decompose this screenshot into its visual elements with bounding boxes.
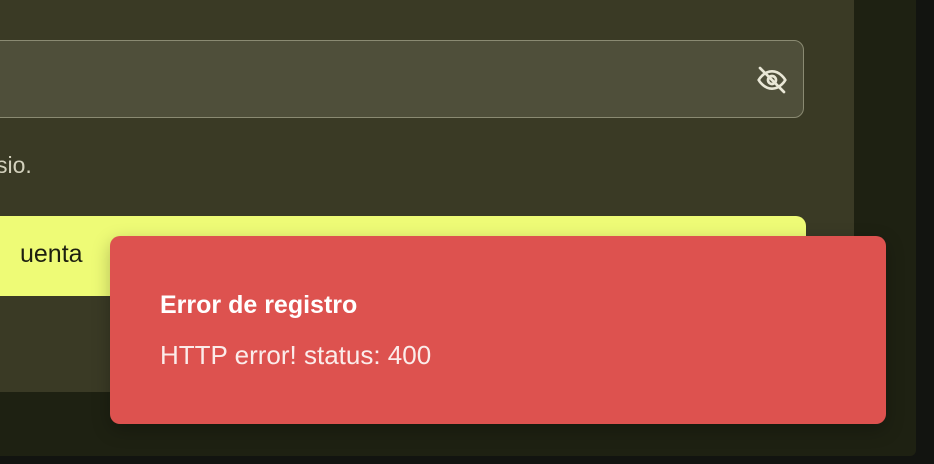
toggle-password-visibility-button[interactable] xyxy=(755,63,789,97)
create-account-button-label: uenta xyxy=(20,240,83,268)
password-input[interactable] xyxy=(0,40,804,118)
toast-description: HTTP error! status: 400 xyxy=(160,340,432,370)
error-toast[interactable]: Error de registro HTTP error! status: 40… xyxy=(110,236,886,424)
toast-title: Error de registro xyxy=(160,291,358,319)
form-hint-text: sio. xyxy=(0,152,32,178)
eye-off-icon xyxy=(757,66,787,94)
